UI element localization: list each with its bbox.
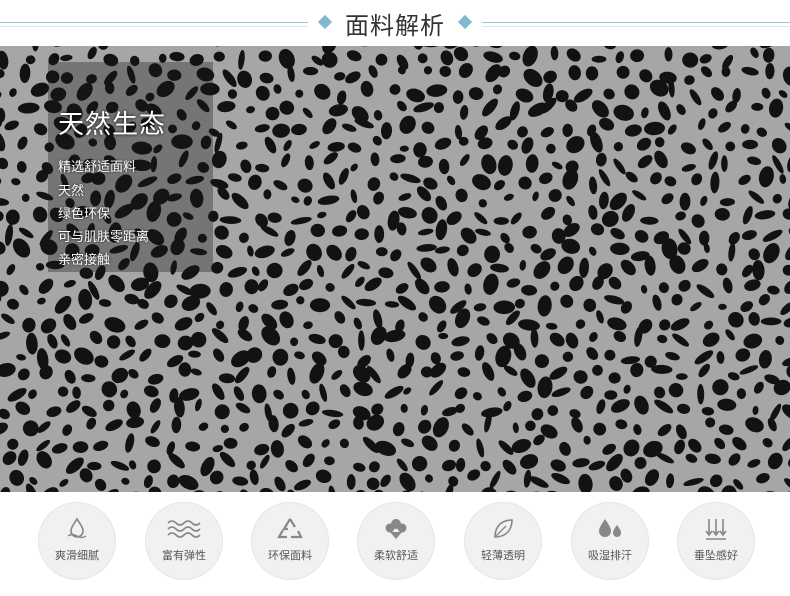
drops-icon (571, 514, 649, 544)
feature-label: 垂坠感好 (694, 549, 738, 562)
feature-soft: 柔软舒适 (357, 502, 435, 580)
feature-drape: 垂坠感好 (677, 502, 755, 580)
feature-label: 富有弹性 (162, 549, 206, 562)
overlay-line: 精选舒适面料 (58, 160, 137, 175)
feature-label: 环保面料 (268, 549, 312, 562)
water-drop-cloud-icon (38, 514, 116, 544)
feature-label: 爽滑细腻 (55, 549, 99, 562)
overlay-line: 天然 (58, 184, 85, 199)
wave-lines-icon (145, 514, 223, 544)
section-header: 面料解析 (0, 0, 790, 46)
feature-label: 柔软舒适 (374, 549, 418, 562)
overlay-title: 天然生态 (58, 110, 167, 140)
header-rule-left-light (0, 26, 308, 27)
overlay-line: 可与肌肤零距离 (58, 230, 150, 245)
feature-label: 轻薄透明 (481, 549, 525, 562)
feature-eco: 环保面料 (251, 502, 329, 580)
header-rule-left (0, 22, 308, 23)
down-arrows-icon (677, 514, 755, 544)
cotton-flower-icon (357, 514, 435, 544)
feature-light: 轻薄透明 (464, 502, 542, 580)
recycle-icon (251, 514, 329, 544)
header-rule-right (482, 22, 790, 23)
feature-label: 吸湿排汗 (588, 549, 632, 562)
overlay-line: 亲密接触 (58, 253, 111, 268)
overlay-line: 绿色环保 (58, 207, 111, 222)
diamond-icon (457, 14, 473, 30)
feature-icons-row: 爽滑细腻 富有弹性 环保面料 柔软舒适 轻薄透明 吸湿排汗 垂坠感好 (0, 492, 790, 596)
feature-breathable: 吸湿排汗 (571, 502, 649, 580)
diamond-icon (317, 14, 333, 30)
feature-smooth: 爽滑细腻 (38, 502, 116, 580)
header-rule-right-light (482, 26, 790, 27)
leaf-icon (464, 514, 542, 544)
section-title: 面料解析 (345, 12, 445, 40)
feature-elastic: 富有弹性 (145, 502, 223, 580)
